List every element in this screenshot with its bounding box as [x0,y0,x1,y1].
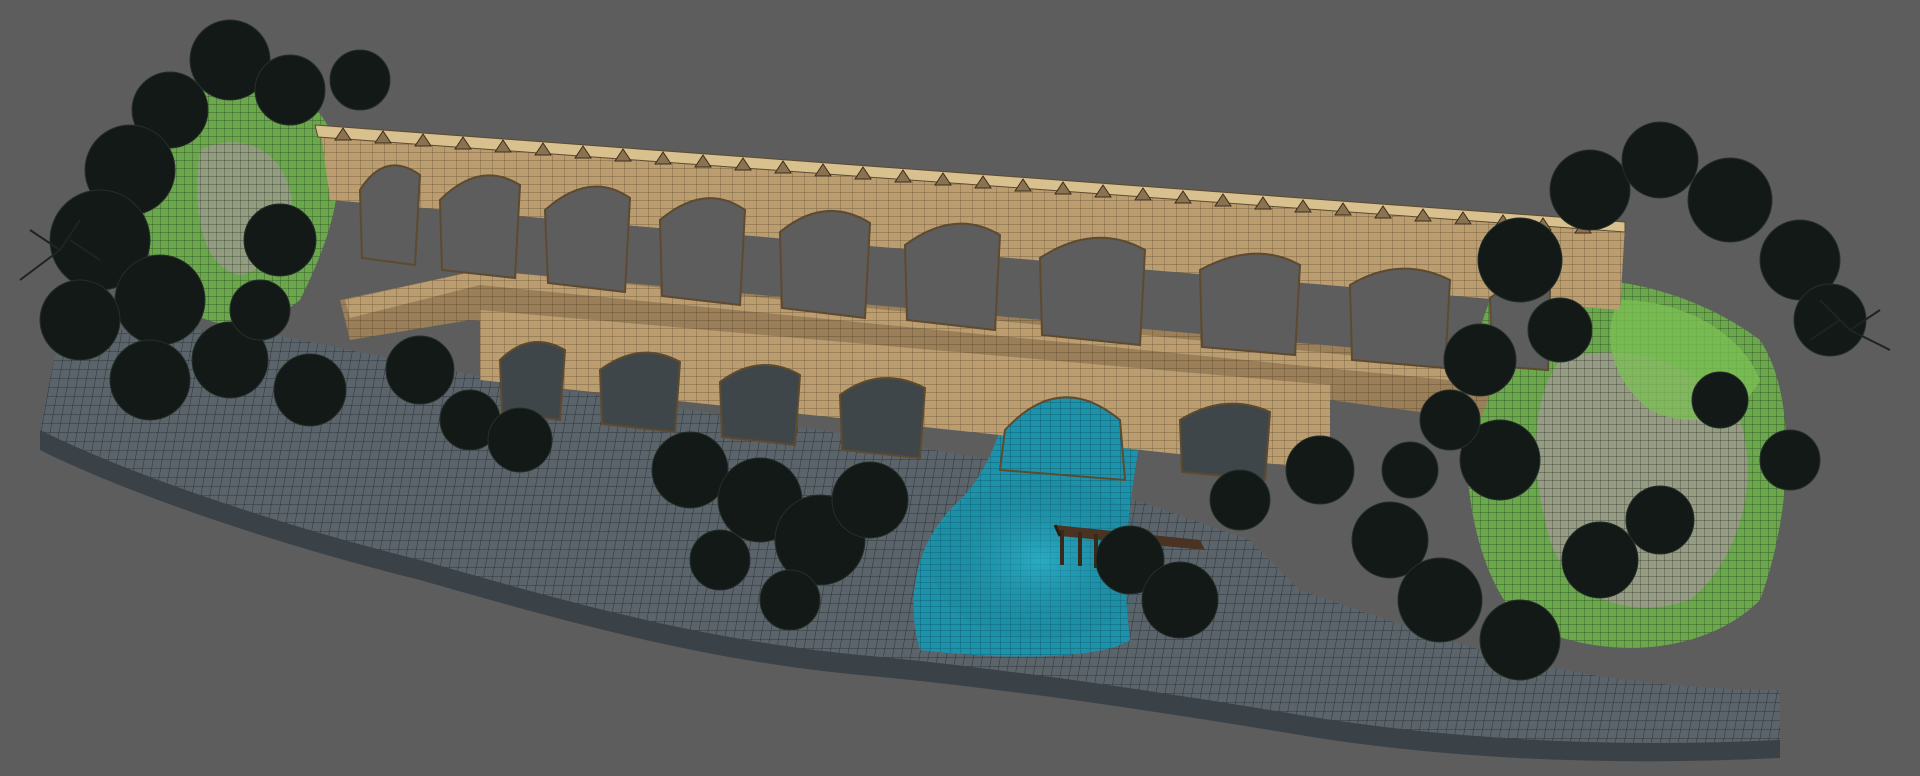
aqueduct-wireframe-render [19,19,1891,762]
3d-viewport[interactable] [0,0,1920,776]
